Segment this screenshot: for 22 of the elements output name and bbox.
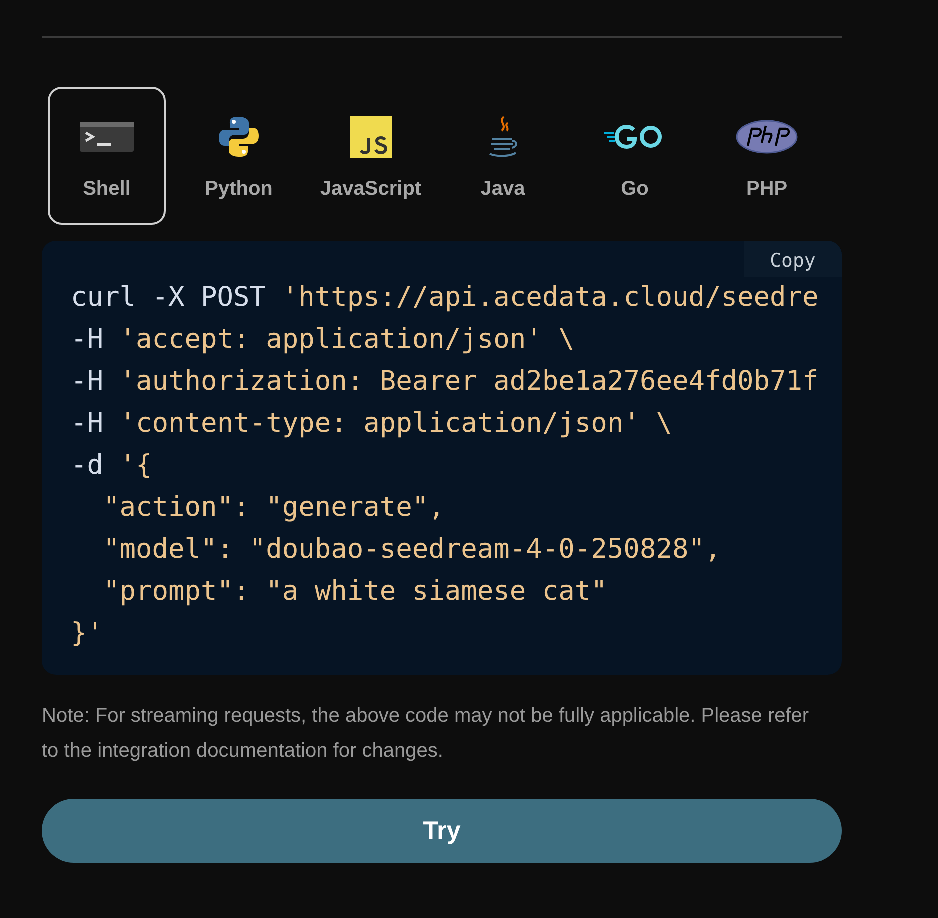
python-logo-icon (217, 114, 261, 158)
language-tab[interactable]: PHP (708, 87, 826, 225)
code-line: "prompt": "a white siamese cat" (102, 575, 608, 609)
copy-button[interactable]: Copy (744, 241, 842, 277)
code-line: "action": "generate", (102, 491, 446, 525)
language-tab[interactable]: Shell (48, 87, 166, 225)
note-text: Note: For streaming requests, the above code may not be fully applicable. Please refer to the integration documentation for changes. (42, 704, 810, 764)
code-line: -H 'accept: application/json' \ (71, 323, 576, 357)
try-button[interactable]: Try (42, 799, 842, 863)
language-tab[interactable]: JavaScript (312, 87, 430, 225)
php-logo-icon (736, 120, 798, 154)
code-line: }' (71, 617, 105, 651)
code-line: -H 'content-type: application/json' \ (71, 407, 674, 441)
language-tab[interactable]: Go (576, 87, 694, 225)
language-tab[interactable]: Python (180, 87, 298, 225)
code-line: curl -X POST 'https://api.acedata.cloud/seedre (71, 281, 820, 315)
code-line: -d '{ (71, 449, 154, 483)
language-tab[interactable]: Java (444, 87, 562, 225)
code-line: -H 'authorization: Bearer ad2be1a276ee4fd0b71f (71, 365, 820, 399)
code-line: "model": "doubao-seedream-4-0-250828", (102, 533, 722, 567)
js-logo-icon (350, 116, 392, 158)
terminal-icon (80, 122, 134, 152)
